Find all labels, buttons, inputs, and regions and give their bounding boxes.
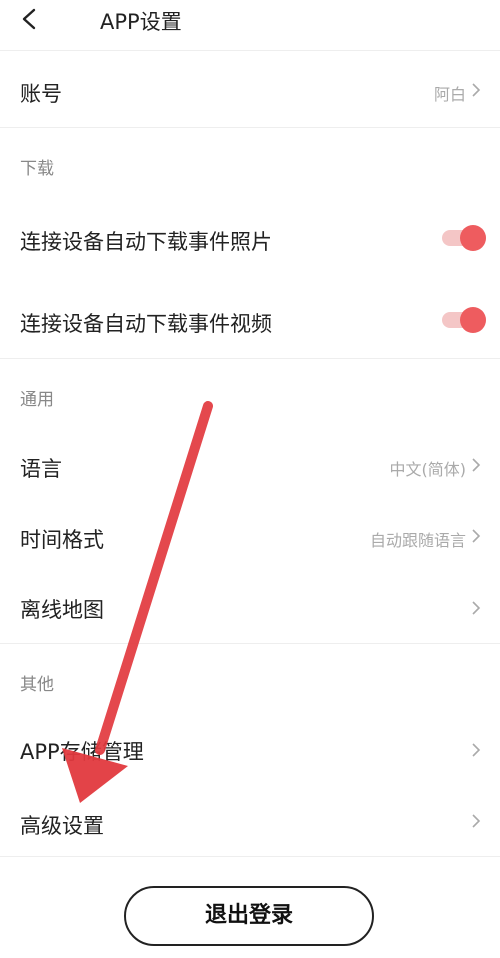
account-row[interactable]: 账号 阿白 [0,52,500,126]
chevron-right-icon [472,743,481,757]
app-storage-row[interactable]: APP存储管理 [0,712,500,786]
language-row[interactable]: 语言 中文(简体) [0,430,500,502]
chevron-right-icon [472,83,481,97]
language-value: 中文(简体) [389,460,467,479]
auto-download-video-toggle[interactable] [442,307,486,333]
auto-download-video-label: 连接设备自动下载事件视频 [20,312,272,336]
app-storage-label: APP存储管理 [20,740,144,764]
back-chevron-icon[interactable] [14,4,44,34]
account-value: 阿白 [433,85,466,104]
offline-map-label: 离线地图 [20,598,104,622]
time-format-value: 自动跟随语言 [369,531,466,550]
auto-download-video-row: 连接设备自动下载事件视频 [0,278,500,358]
header-bar: APP设置 [0,0,500,51]
logout-button[interactable]: 退出登录 [124,886,374,946]
divider [0,127,500,128]
time-format-row[interactable]: 时间格式 自动跟随语言 [0,502,500,574]
offline-map-row[interactable]: 离线地图 [0,574,500,642]
chevron-right-icon [472,601,481,615]
auto-download-photo-row: 连接设备自动下载事件照片 [0,198,500,278]
toggle-knob [460,225,486,251]
divider [0,643,500,644]
chevron-right-icon [472,814,481,828]
auto-download-photo-toggle[interactable] [442,225,486,251]
advanced-settings-row[interactable]: 高级设置 [0,786,500,856]
toggle-knob [460,307,486,333]
chevron-right-icon [472,529,481,543]
language-label: 语言 [20,457,62,481]
section-header-download: 下载 [20,159,54,179]
section-header-general: 通用 [20,390,54,410]
time-format-label: 时间格式 [20,528,104,552]
divider [0,856,500,857]
advanced-settings-label: 高级设置 [20,814,104,838]
auto-download-photo-label: 连接设备自动下载事件照片 [20,230,272,254]
page-title: APP设置 [100,10,182,34]
account-label: 账号 [20,82,62,106]
chevron-right-icon [472,458,481,472]
section-header-other: 其他 [20,675,54,695]
divider [0,358,500,359]
